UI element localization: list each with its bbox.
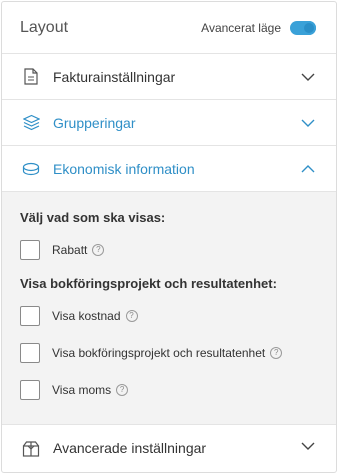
section-avancerade-installningar[interactable]: Avancerade inställningar [2, 425, 336, 471]
visa-bokforing-checkbox[interactable] [20, 343, 40, 363]
document-icon [22, 68, 40, 86]
chevron-down-icon [300, 69, 316, 85]
ekonomisk-information-content: Välj vad som ska visas: Rabatt ? Visa bo… [2, 192, 336, 425]
option-visa-kostnad: Visa kostnad ? [20, 305, 318, 327]
help-icon[interactable]: ? [92, 244, 105, 256]
visa-moms-checkbox[interactable] [20, 380, 40, 400]
help-icon[interactable]: ? [125, 310, 138, 322]
gift-box-icon [22, 439, 40, 457]
coins-icon [22, 160, 40, 178]
help-icon[interactable]: ? [270, 347, 283, 359]
section-label: Fakturainställningar [53, 68, 176, 85]
option-rabatt: Rabatt ? [20, 239, 318, 261]
option-visa-bokforing: Visa bokföringsprojekt och resultatenhet… [20, 342, 318, 364]
section-ekonomisk-information[interactable]: Ekonomisk information [2, 146, 336, 192]
toggle-knob [302, 20, 316, 35]
advanced-mode: Avancerat läge [201, 20, 316, 35]
rabatt-label: Rabatt [52, 243, 88, 257]
visa-kostnad-label: Visa kostnad [52, 309, 121, 323]
group-title-visas: Välj vad som ska visas: [20, 210, 166, 225]
help-icon[interactable]: ? [116, 384, 129, 396]
advanced-mode-toggle[interactable] [290, 20, 316, 35]
advanced-mode-label: Avancerat läge [201, 20, 281, 35]
visa-moms-label: Visa moms [52, 383, 112, 397]
section-label: Grupperingar [53, 114, 136, 131]
layout-panel: Layout Avancerat läge Fakturainställning… [1, 1, 337, 473]
section-grupperingar[interactable]: Grupperingar [2, 100, 336, 146]
group-title-bokforing: Visa bokföringsprojekt och resultatenhet… [20, 276, 277, 291]
option-visa-moms: Visa moms ? [20, 379, 318, 401]
visa-bokforing-label: Visa bokföringsprojekt och resultatenhet [52, 346, 266, 360]
section-fakturainstallningar[interactable]: Fakturainställningar [2, 54, 336, 100]
panel-header: Layout Avancerat läge [2, 2, 336, 54]
chevron-down-icon [300, 115, 316, 131]
panel-title: Layout [20, 18, 69, 36]
chevron-down-icon [300, 438, 316, 459]
rabatt-checkbox[interactable] [20, 240, 40, 260]
chevron-up-icon [300, 161, 316, 177]
section-label: Ekonomisk information [53, 160, 195, 177]
section-label: Avancerade inställningar [53, 440, 207, 456]
visa-kostnad-checkbox[interactable] [20, 306, 40, 326]
layers-icon [22, 114, 40, 132]
